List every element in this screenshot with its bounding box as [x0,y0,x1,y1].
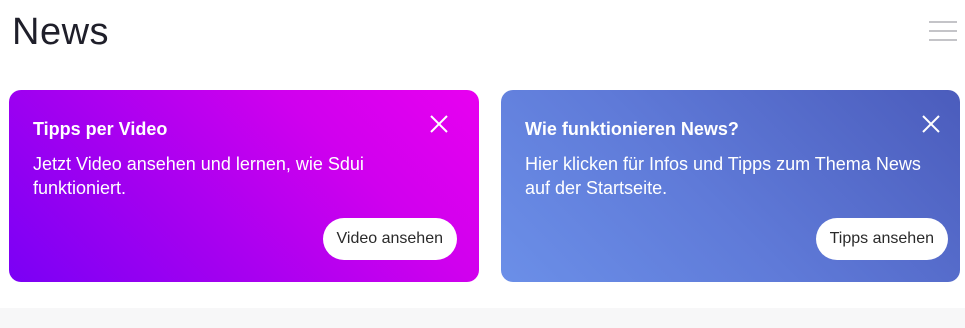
card-title: Tipps per Video [33,119,168,139]
news-page: News Tipps per Video Jetzt Video ansehen… [0,0,965,328]
page-title: News [12,11,110,53]
card-text: Jetzt Video ansehen und lernen, wie Sdui… [33,154,364,198]
card-title: Wie funktionieren News? [525,119,739,139]
close-icon[interactable] [427,112,451,136]
video-tips-card[interactable]: Tipps per Video Jetzt Video ansehen und … [9,90,479,282]
watch-video-button[interactable]: Video ansehen [322,218,457,260]
view-tips-button[interactable]: Tipps ansehen [815,218,948,260]
hamburger-menu-icon[interactable] [926,18,960,46]
news-info-card[interactable]: Wie funktionieren News? Hier klicken für… [501,90,960,282]
content-area-top [0,308,965,328]
card-text: Hier klicken für Infos und Tipps zum The… [525,154,921,198]
close-icon[interactable] [919,112,943,136]
